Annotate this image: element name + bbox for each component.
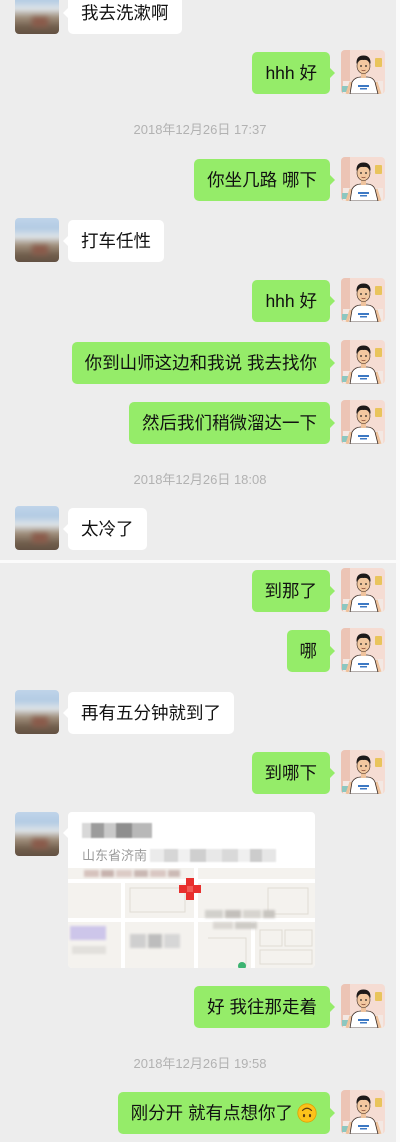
message-row: 哪 <box>0 628 400 674</box>
message-text: 好 我往那走着 <box>207 997 317 1017</box>
self-avatar[interactable] <box>341 628 385 672</box>
cartoon-man-avatar-icon <box>341 750 385 794</box>
location-map[interactable] <box>68 868 315 968</box>
blurred-photo-avatar-icon <box>15 506 59 550</box>
cartoon-man-avatar-icon <box>341 568 385 612</box>
message-text: 你坐几路 哪下 <box>207 170 317 190</box>
blurred-photo-avatar-icon <box>15 0 59 34</box>
message-text: 太冷了 <box>81 519 134 539</box>
message-bubble[interactable]: 刚分开 就有点想你了 <box>117 1092 336 1134</box>
message-row: 你坐几路 哪下 <box>0 157 400 203</box>
self-avatar[interactable] <box>341 50 385 94</box>
message-row: 到哪下 <box>0 750 400 796</box>
chat-timestamp: 2018年12月26日 17:37 <box>133 122 267 137</box>
screenshot-seam <box>0 560 400 563</box>
message-text: 到那了 <box>264 581 318 601</box>
self-avatar[interactable] <box>341 400 385 444</box>
message-bubble[interactable]: 太冷了 <box>63 508 147 550</box>
cartoon-man-avatar-icon <box>341 400 385 444</box>
message-bubble[interactable]: 我去洗漱啊 <box>63 0 182 34</box>
contact-avatar[interactable] <box>15 218 59 262</box>
blurred-photo-avatar-icon <box>15 812 59 856</box>
message-text: 打车任性 <box>81 231 151 251</box>
message-text: 刚分开 就有点想你了 <box>130 1103 293 1123</box>
message-text: 哪 <box>299 641 318 661</box>
cartoon-man-avatar-icon <box>341 278 385 322</box>
cartoon-man-avatar-icon <box>341 340 385 384</box>
location-title-redacted <box>82 823 152 838</box>
message-bubble[interactable]: 再有五分钟就到了 <box>63 692 234 734</box>
location-map-frame[interactable] <box>68 868 315 968</box>
self-avatar[interactable] <box>341 278 385 322</box>
message-bubble[interactable]: hhh 好 <box>252 52 335 94</box>
cartoon-man-avatar-icon <box>341 157 385 201</box>
map-area-highlight <box>70 926 106 940</box>
message-text: 到哪下 <box>264 763 318 783</box>
self-avatar[interactable] <box>341 157 385 201</box>
message-text: 我去洗漱啊 <box>81 3 169 23</box>
blurred-photo-avatar-icon <box>15 218 59 262</box>
message-row: 然后我们稍微溜达一下 <box>0 400 400 446</box>
self-avatar[interactable] <box>341 340 385 384</box>
message-row: 我去洗漱啊 <box>0 0 400 36</box>
self-avatar[interactable] <box>341 984 385 1028</box>
message-row: 到那了 <box>0 568 400 614</box>
self-avatar[interactable] <box>341 568 385 612</box>
message-row: 打车任性 <box>0 218 400 264</box>
message-row: 山东省济南 <box>0 812 400 968</box>
message-text: 再有五分钟就到了 <box>81 703 221 723</box>
location-card[interactable]: 山东省济南 <box>63 812 315 968</box>
message-bubble[interactable]: 好 我往那走着 <box>194 986 335 1028</box>
message-bubble[interactable]: 你到山师这边和我说 我去找你 <box>71 342 336 384</box>
chat-timestamp: 2018年12月26日 19:58 <box>133 1056 267 1071</box>
message-text: 然后我们稍微溜达一下 <box>142 413 317 433</box>
message-row: 再有五分钟就到了 <box>0 690 400 736</box>
contact-avatar[interactable] <box>15 0 59 34</box>
message-bubble[interactable]: 然后我们稍微溜达一下 <box>129 402 335 444</box>
cartoon-man-avatar-icon <box>341 50 385 94</box>
chat-timestamp: 2018年12月26日 18:08 <box>133 472 267 487</box>
message-bubble[interactable]: hhh 好 <box>252 280 335 322</box>
message-text: 你到山师这边和我说 我去找你 <box>84 353 317 373</box>
message-row: 你到山师这边和我说 我去找你 <box>0 340 400 386</box>
self-avatar[interactable] <box>341 750 385 794</box>
message-row: hhh 好 <box>0 278 400 324</box>
message-row: hhh 好 <box>0 50 400 96</box>
message-bubble[interactable]: 打车任性 <box>63 220 164 262</box>
upside-down-face-icon <box>297 1103 317 1123</box>
blurred-photo-avatar-icon <box>15 690 59 734</box>
message-bubble[interactable]: 你坐几路 哪下 <box>194 159 335 201</box>
message-row: 太冷了 <box>0 506 400 552</box>
message-bubble[interactable]: 到那了 <box>251 570 335 612</box>
cartoon-man-avatar-icon <box>341 628 385 672</box>
message-row: 好 我往那走着 <box>0 984 400 1030</box>
map-label-redacted <box>84 870 180 877</box>
message-text: hhh 好 <box>265 63 317 83</box>
message-bubble[interactable]: 到哪下 <box>251 752 335 794</box>
contact-avatar[interactable] <box>15 690 59 734</box>
contact-avatar[interactable] <box>15 506 59 550</box>
cartoon-man-avatar-icon <box>341 1090 385 1134</box>
location-address-redacted <box>150 849 276 862</box>
cartoon-man-avatar-icon <box>341 984 385 1028</box>
message-row: 刚分开 就有点想你了 <box>0 1090 400 1136</box>
location-address: 山东省济南 <box>82 848 148 863</box>
message-bubble[interactable]: 哪 <box>286 630 335 672</box>
self-avatar[interactable] <box>341 1090 385 1134</box>
message-text: hhh 好 <box>265 291 317 311</box>
contact-avatar[interactable] <box>15 812 59 856</box>
